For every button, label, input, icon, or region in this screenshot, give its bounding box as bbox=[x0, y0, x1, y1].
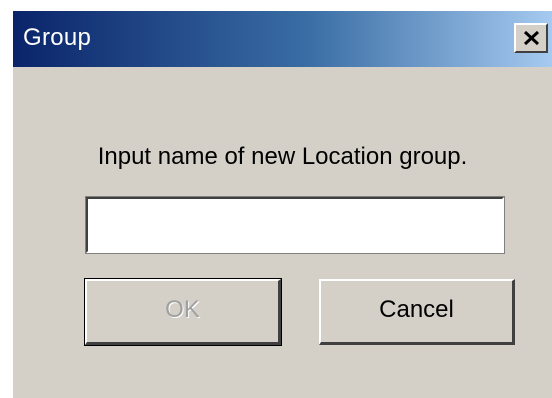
ok-button[interactable]: OK bbox=[84, 278, 282, 346]
group-name-input[interactable] bbox=[85, 196, 505, 254]
group-dialog: Group Input name of new Location group. … bbox=[11, 9, 552, 398]
title-bar[interactable]: Group bbox=[13, 11, 552, 67]
cancel-button[interactable]: Cancel bbox=[319, 279, 515, 345]
prompt-label: Input name of new Location group. bbox=[97, 143, 468, 170]
close-button[interactable] bbox=[514, 23, 548, 53]
window-title: Group bbox=[23, 24, 92, 51]
close-icon bbox=[523, 30, 540, 46]
